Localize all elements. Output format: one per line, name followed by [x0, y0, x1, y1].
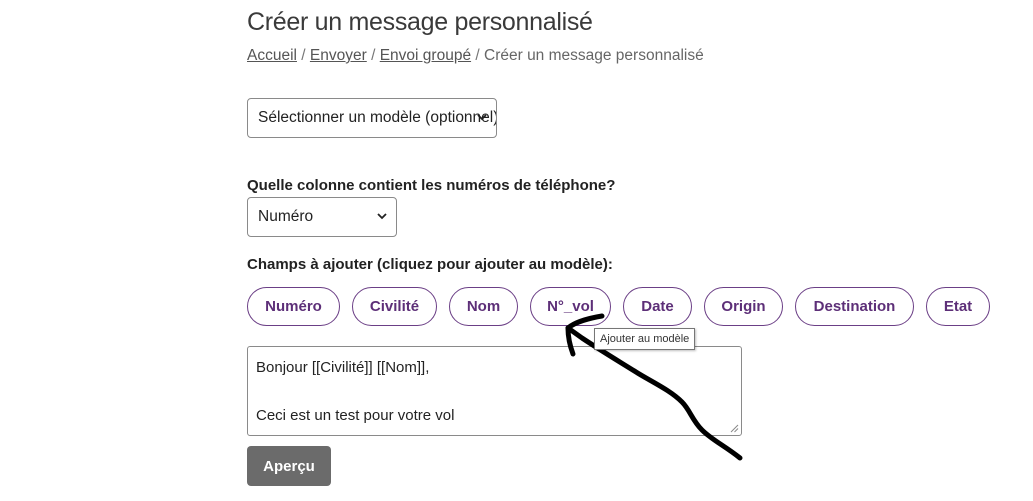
field-chip-civilite[interactable]: Civilité: [352, 287, 437, 326]
breadcrumb: Accueil / Envoyer / Envoi groupé / Créer…: [247, 47, 704, 65]
message-line: [256, 380, 733, 404]
field-chip-nom[interactable]: Nom: [449, 287, 518, 326]
breadcrumb-link-envoi-groupe[interactable]: Envoi groupé: [380, 47, 471, 64]
page-title: Créer un message personnalisé: [247, 8, 593, 36]
breadcrumb-link-envoyer[interactable]: Envoyer: [310, 47, 367, 64]
preview-button[interactable]: Aperçu: [247, 446, 331, 486]
phone-column-select-value: Numéro: [258, 208, 314, 225]
breadcrumb-link-accueil[interactable]: Accueil: [247, 47, 297, 64]
fields-label: Champs à ajouter (cliquez pour ajouter a…: [247, 256, 613, 273]
chevron-down-icon: [477, 114, 487, 121]
breadcrumb-separator: /: [475, 47, 480, 64]
field-chip-etat[interactable]: Etat: [926, 287, 990, 326]
message-line: Bonjour [[Civilité]] [[Nom]],: [256, 359, 430, 376]
template-select-value: Sélectionner un modèle (optionnel): [258, 109, 497, 126]
message-textarea[interactable]: Bonjour [[Civilité]] [[Nom]], Ceci est u…: [247, 346, 742, 436]
phone-column-select[interactable]: Numéro: [247, 197, 397, 237]
field-chip-numero[interactable]: Numéro: [247, 287, 340, 326]
breadcrumb-separator: /: [301, 47, 306, 64]
chevron-down-icon: [377, 213, 387, 220]
breadcrumb-current: Créer un message personnalisé: [484, 47, 704, 64]
field-chip-origin[interactable]: Origin: [704, 287, 783, 326]
resize-grip-icon[interactable]: [729, 423, 739, 433]
breadcrumb-separator: /: [371, 47, 376, 64]
template-select[interactable]: Sélectionner un modèle (optionnel): [247, 98, 497, 138]
page: Créer un message personnalisé Accueil / …: [0, 0, 1033, 501]
field-chip-destination[interactable]: Destination: [795, 287, 914, 326]
chip-tooltip: Ajouter au modèle: [594, 328, 696, 350]
field-chip-n-vol[interactable]: N°_vol: [530, 287, 611, 326]
field-chip-date[interactable]: Date: [623, 287, 692, 326]
message-line: Ceci est un test pour votre vol: [256, 407, 455, 424]
phone-column-label: Quelle colonne contient les numéros de t…: [247, 177, 616, 194]
